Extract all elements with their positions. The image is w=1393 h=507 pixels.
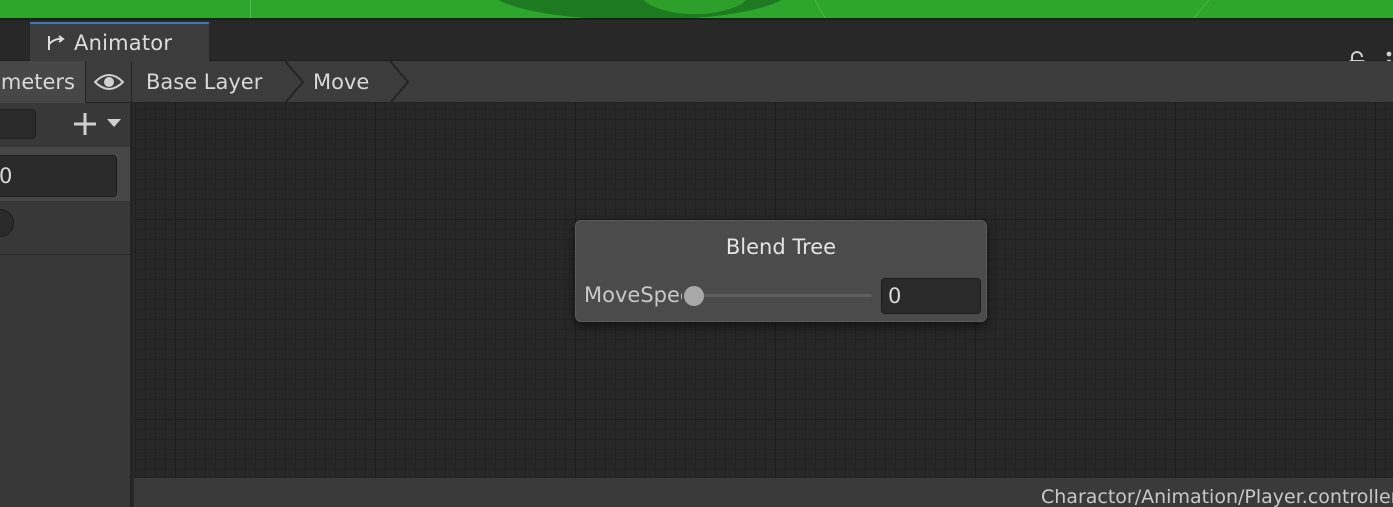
blend-slider-thumb[interactable]	[684, 286, 704, 306]
asset-path: Charactor/Animation/Player.controller	[1041, 486, 1393, 507]
node-title: Blend Tree	[725, 235, 837, 259]
status-bar: Charactor/Animation/Player.controller	[134, 477, 1393, 507]
toggle-sidebar-button[interactable]	[86, 61, 132, 103]
blend-tree-node[interactable]: Blend Tree MoveSpeed 0	[575, 220, 987, 322]
parameter-toggle[interactable]	[0, 209, 14, 237]
animator-graph-canvas[interactable]: Blend Tree MoveSpeed 0	[134, 103, 1393, 477]
tab-animator[interactable]: Animator	[30, 22, 209, 61]
eye-icon	[93, 74, 124, 90]
scene-object	[490, 0, 790, 20]
parameter-search-input[interactable]	[0, 109, 36, 139]
add-parameter-icon[interactable]	[72, 111, 98, 137]
scene-view-strip	[0, 0, 1393, 20]
breadcrumb-base-layer[interactable]: Base Layer	[146, 61, 262, 103]
breadcrumb-move[interactable]: Move	[313, 61, 369, 103]
animator-toolbar: meters Base Layer Move	[0, 61, 1393, 103]
window-tab-bar: Animator	[0, 20, 1393, 73]
parameters-panel: 0	[0, 103, 132, 507]
tab-label: Animator	[74, 30, 173, 55]
node-parameter-value[interactable]: 0	[881, 278, 981, 314]
chevron-down-icon[interactable]	[106, 117, 122, 129]
blend-slider-track[interactable]	[694, 294, 872, 297]
animator-window: Animator meters Base Layer Move 0 Blend …	[0, 0, 1393, 507]
parameter-row-movespeed[interactable]: 0	[0, 147, 130, 201]
parameters-tab[interactable]: meters	[0, 61, 86, 103]
breadcrumb-separator-icon	[389, 61, 410, 103]
animator-icon	[48, 34, 65, 50]
node-parameter-label: MoveSpeed	[584, 283, 682, 307]
breadcrumb-separator-icon	[284, 61, 305, 103]
parameter-value-field[interactable]: 0	[0, 155, 117, 197]
parameter-row-bool[interactable]	[0, 201, 130, 255]
